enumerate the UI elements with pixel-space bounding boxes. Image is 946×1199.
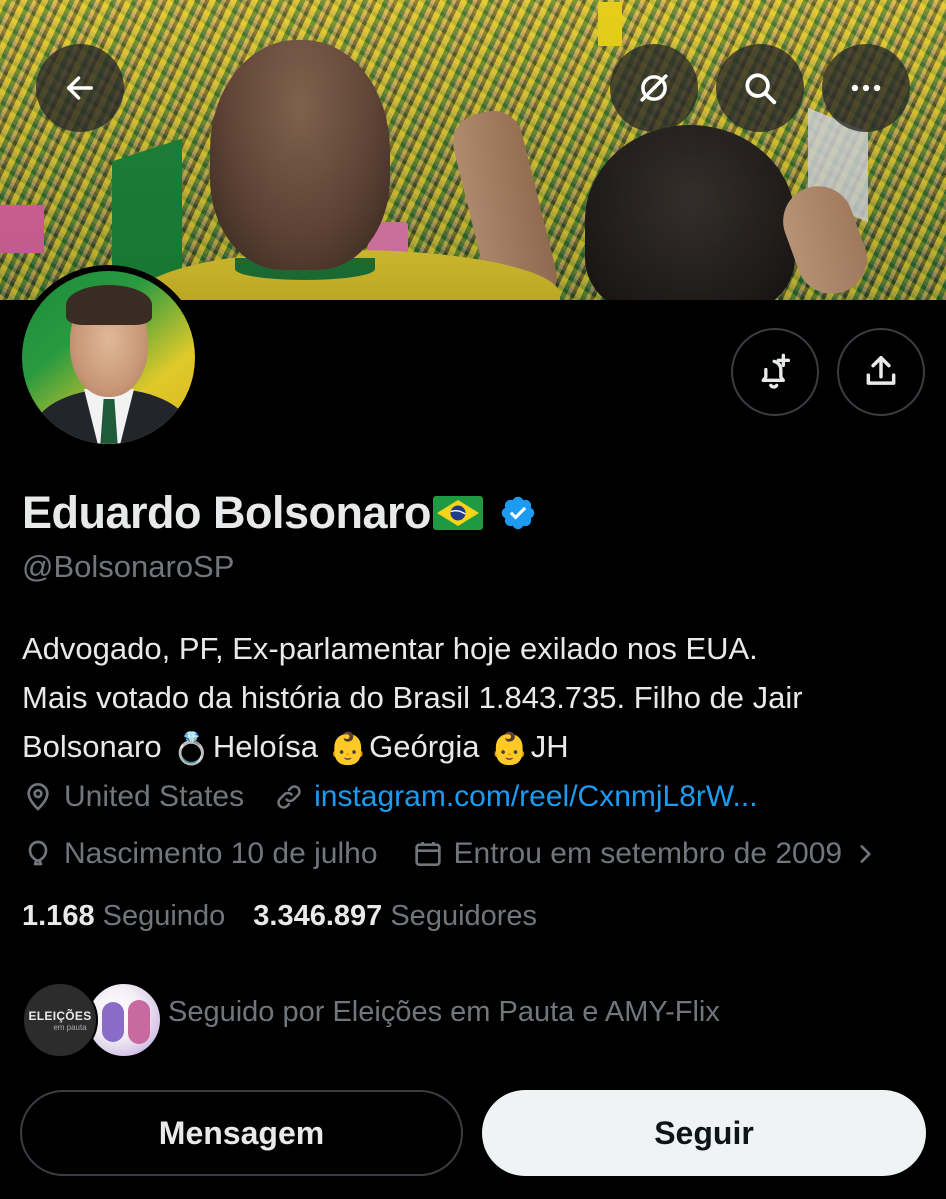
grok-icon	[640, 74, 668, 102]
profile-banner[interactable]	[0, 0, 946, 300]
more-horizontal-icon	[851, 84, 881, 92]
profile-link[interactable]: instagram.com/reel/CxnmjL8rW...	[274, 780, 758, 814]
avatar-sublabel: em pauta	[53, 1022, 87, 1032]
bio-text: Heloísa	[212, 729, 327, 764]
search-button[interactable]	[716, 44, 804, 132]
profile-handle: @BolsonaroSP	[22, 549, 235, 584]
calendar-icon	[414, 842, 441, 866]
ring-emoji: 💍	[172, 731, 211, 767]
share-icon	[866, 356, 896, 385]
bio-line: Advogado, PF, Ex-parlamentar hoje exilad…	[22, 631, 758, 666]
followers-label[interactable]: Seguidores	[390, 900, 537, 932]
baby-emoji: 👶	[328, 731, 368, 767]
verified-badge-icon[interactable]	[499, 494, 537, 532]
profile-name-row: Eduardo Bolsonaro	[22, 487, 537, 539]
avatar-label: ELEIÇÕES	[28, 1008, 92, 1023]
bio-text: Bolsonaro	[22, 729, 171, 764]
birthday-text: Nascimento 10 de julho	[64, 837, 378, 870]
profile-stats: 1.168 Seguindo 3.346.897 Seguidores	[22, 900, 537, 933]
message-button[interactable]: Mensagem	[20, 1090, 463, 1176]
followed-by-row[interactable]: ELEIÇÕES em pauta Seguido por Eleições e…	[22, 980, 922, 1058]
bio-line: Bolsonaro 💍Heloísa 👶Geórgia 👶JH	[22, 722, 922, 773]
notifications-button[interactable]	[731, 328, 819, 416]
profile-name: Eduardo Bolsonaro	[22, 487, 432, 538]
avatar-photo	[22, 271, 195, 444]
profile-bio: Advogado, PF, Ex-parlamentar hoje exilad…	[22, 624, 922, 773]
grok-button[interactable]	[610, 44, 698, 132]
profile-location: United States	[22, 780, 244, 814]
balloon-icon	[28, 840, 48, 866]
banner-overlay	[0, 0, 946, 300]
following-count[interactable]: 1.168	[22, 900, 95, 932]
joined-text[interactable]: Entrou em setembro de 2009	[454, 837, 843, 871]
follower-avatar: ELEIÇÕES em pauta	[22, 982, 98, 1058]
link-text[interactable]: instagram.com/reel/CxnmjL8rW...	[314, 780, 757, 814]
baby-emoji: 👶	[490, 731, 529, 767]
more-button[interactable]	[822, 44, 910, 132]
bell-plus-icon	[761, 353, 790, 389]
arrow-left-icon	[66, 76, 94, 100]
link-icon	[277, 785, 301, 809]
share-button[interactable]	[837, 328, 925, 416]
bio-line: Mais votado da história do Brasil 1.843.…	[22, 680, 803, 715]
profile-joined[interactable]: Entrou em setembro de 2009	[412, 837, 879, 871]
following-label[interactable]: Seguindo	[103, 900, 226, 932]
bio-text: Geórgia	[369, 729, 489, 764]
location-pin-icon	[27, 783, 49, 811]
avatar-hair	[66, 285, 152, 325]
follow-button[interactable]: Seguir	[482, 1090, 926, 1176]
location-text: United States	[64, 780, 245, 813]
profile-meta-row: Nascimento 10 de julho Entrou em setembr…	[22, 837, 878, 871]
followed-by-text[interactable]: Seguido por Eleições em Pauta e AMY-Flix	[168, 996, 720, 1029]
following-link[interactable]: 1.168 Seguindo	[22, 900, 225, 932]
profile-birthday: Nascimento 10 de julho	[22, 837, 378, 871]
profile-avatar[interactable]	[16, 265, 201, 450]
search-icon	[745, 73, 777, 105]
bio-text: JH	[530, 729, 569, 764]
followers-link[interactable]: 3.346.897 Seguidores	[253, 900, 537, 932]
profile-meta-row: United States instagram.com/reel/CxnmjL8…	[22, 780, 758, 814]
chevron-right-icon[interactable]	[852, 841, 878, 867]
back-button[interactable]	[36, 44, 124, 132]
followers-count[interactable]: 3.346.897	[253, 900, 382, 932]
brazil-flag-icon	[433, 496, 484, 530]
